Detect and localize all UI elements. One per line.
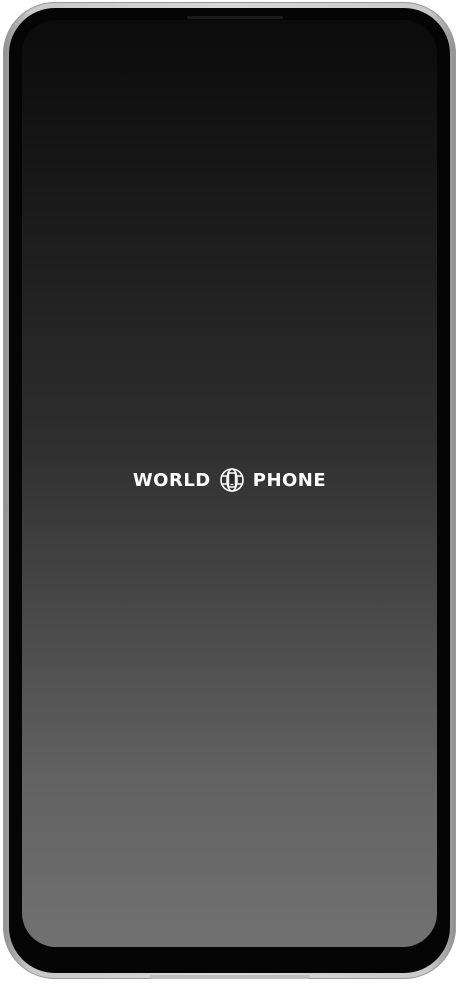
world-phone-logo: WORLD PHONE bbox=[22, 465, 437, 495]
device-bottom-edge bbox=[150, 975, 310, 979]
earpiece-speaker bbox=[187, 16, 283, 19]
logo-text-world: WORLD bbox=[132, 469, 211, 491]
phone-device-frame: WORLD PHONE bbox=[3, 2, 456, 979]
phone-bezel: WORLD PHONE bbox=[9, 8, 450, 973]
logo-text-phone: PHONE bbox=[252, 469, 327, 491]
globe-phone-icon bbox=[219, 467, 245, 493]
phone-screen[interactable]: WORLD PHONE bbox=[22, 20, 437, 947]
